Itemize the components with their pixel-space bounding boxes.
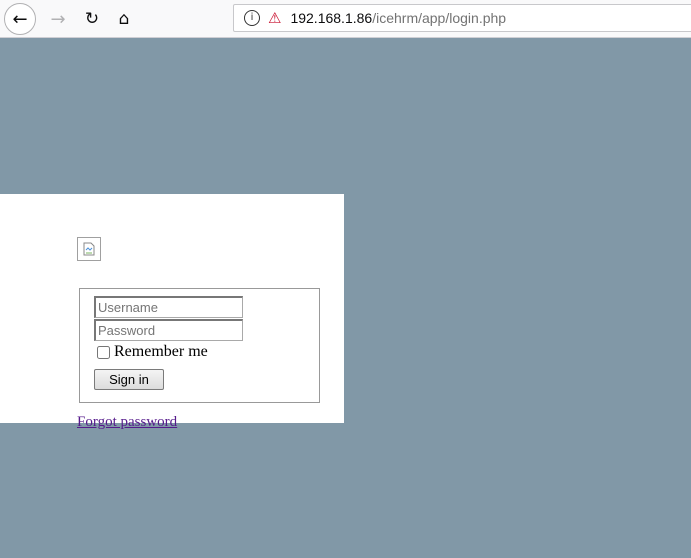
home-icon: ⌂ [118, 9, 130, 29]
password-input[interactable] [94, 319, 243, 341]
forward-button[interactable]: → [44, 5, 72, 33]
browser-toolbar: ← → ↻ ⌂ i ⚠ 192.168.1.86 /icehrm/app/log… [0, 0, 691, 38]
address-bar[interactable]: i ⚠ 192.168.1.86 /icehrm/app/login.php [233, 4, 691, 32]
username-input[interactable] [94, 296, 243, 318]
back-arrow-icon: ← [12, 8, 28, 30]
remember-me[interactable]: Remember me [97, 343, 208, 361]
info-icon[interactable]: i [244, 10, 260, 26]
forward-arrow-icon: → [50, 8, 66, 30]
reload-icon: ↻ [84, 9, 100, 29]
forgot-password-link[interactable]: Forgot password [77, 414, 177, 431]
url-host: 192.168.1.86 [290, 10, 373, 26]
broken-image-icon [77, 237, 101, 261]
sign-in-button[interactable]: Sign in [94, 369, 164, 390]
home-button[interactable]: ⌂ [110, 5, 138, 33]
remember-me-label: Remember me [114, 343, 208, 360]
reload-button[interactable]: ↻ [78, 5, 106, 33]
insecure-lock-icon[interactable]: ⚠ [268, 9, 281, 27]
url-path: /icehrm/app/login.php [372, 10, 507, 26]
remember-me-checkbox[interactable] [97, 345, 110, 359]
back-button[interactable]: ← [4, 3, 36, 35]
